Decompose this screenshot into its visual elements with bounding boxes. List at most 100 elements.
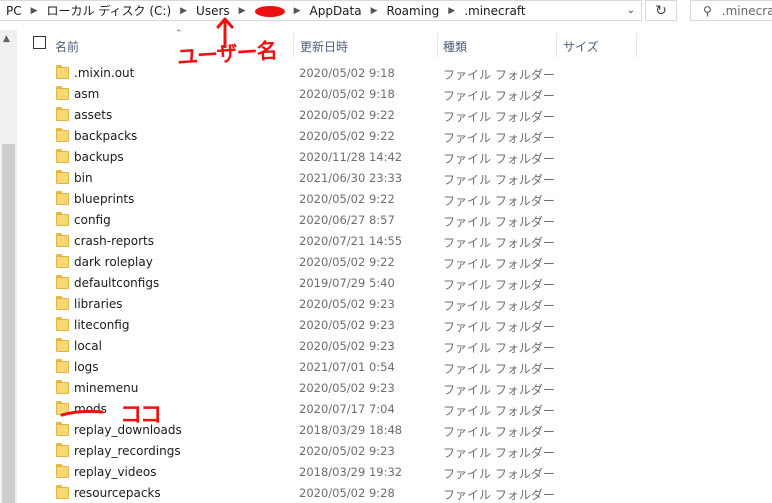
folder-icon [56,275,69,289]
search-input[interactable]: ⚲ .minecraft [690,0,772,21]
file-row[interactable]: asm 2020/05/02 9:18 ファイル フォルダー [0,83,772,104]
file-row[interactable]: liteconfig 2020/05/02 9:23 ファイル フォルダー [0,314,772,335]
file-row[interactable]: libraries 2020/05/02 9:23 ファイル フォルダー [0,293,772,314]
folder-icon [56,443,69,457]
file-row[interactable]: backups 2020/11/28 14:42 ファイル フォルダー [0,146,772,167]
folder-icon [56,233,69,247]
file-date: 2020/07/17 7:04 [299,402,395,416]
file-type: ファイル フォルダー [443,467,555,481]
folder-icon [56,317,69,331]
search-icon: ⚲ [703,3,712,18]
file-type: ファイル フォルダー [443,110,555,124]
file-type: ファイル フォルダー [443,341,555,355]
chevron-right-icon[interactable]: ▶ [239,6,246,16]
file-row[interactable]: local 2020/05/02 9:23 ファイル フォルダー [0,335,772,356]
column-header-size[interactable]: サイズ [563,38,599,55]
folder-icon [56,128,69,142]
file-row[interactable]: blueprints 2020/05/02 9:22 ファイル フォルダー [0,188,772,209]
scroll-up-arrow-icon[interactable]: ▲ [3,34,10,44]
file-name: backups [74,150,124,164]
chevron-right-icon[interactable]: ▶ [31,6,38,16]
file-date: 2020/07/21 14:55 [299,234,403,248]
file-date: 2020/05/02 9:22 [299,255,395,269]
chevron-right-icon[interactable]: ▶ [294,6,301,16]
file-type: ファイル フォルダー [443,68,555,82]
file-name: blueprints [74,192,135,206]
file-row[interactable]: assets 2020/05/02 9:22 ファイル フォルダー [0,104,772,125]
file-date: 2019/07/29 5:40 [299,276,395,290]
file-row[interactable]: backpacks 2020/05/02 9:22 ファイル フォルダー [0,125,772,146]
file-type: ファイル フォルダー [443,404,555,418]
file-date: 2020/05/02 9:18 [299,66,395,80]
folder-icon [56,464,69,478]
file-row[interactable]: config 2020/06/27 8:57 ファイル フォルダー [0,209,772,230]
file-name: defaultconfigs [74,276,160,290]
file-row[interactable]: dark roleplay 2020/05/02 9:22 ファイル フォルダー [0,251,772,272]
file-date: 2020/05/02 9:23 [299,444,395,458]
folder-icon [56,191,69,205]
file-date: 2020/05/02 9:18 [299,87,395,101]
folder-icon [56,338,69,352]
file-date: 2020/05/02 9:28 [299,486,395,500]
column-header-type[interactable]: 種類 [443,38,467,55]
here-annotation: ココ [120,403,162,428]
file-row[interactable]: crash-reports 2020/07/21 14:55 ファイル フォルダ… [0,230,772,251]
file-date: 2020/05/02 9:23 [299,297,395,311]
file-date: 2021/07/01 0:54 [299,360,395,374]
column-header-date[interactable]: 更新日時 [300,38,348,55]
refresh-icon: ↻ [655,2,667,19]
file-type: ファイル フォルダー [443,215,555,229]
file-type: ファイル フォルダー [443,446,555,460]
folder-icon [56,296,69,310]
file-name: .mixin.out [74,66,135,80]
sort-ascending-icon: ⌃ [175,29,183,39]
column-divider[interactable] [293,33,294,57]
file-name: assets [74,108,113,122]
chevron-right-icon[interactable]: ▶ [180,6,187,16]
file-date: 2020/05/02 9:23 [299,339,395,353]
file-type: ファイル フォルダー [443,257,555,271]
address-history-dropdown[interactable]: ⌄ [622,2,640,19]
file-row[interactable]: replay_recordings 2020/05/02 9:23 ファイル フ… [0,440,772,461]
breadcrumb-local-disk[interactable]: ローカル ディスク (C:) [47,2,172,19]
file-row[interactable]: resourcepacks 2020/05/02 9:28 ファイル フォルダー [0,482,772,503]
file-row[interactable]: replay_videos 2018/03/29 19:32 ファイル フォルダ… [0,461,772,482]
column-divider[interactable] [437,33,438,57]
address-bar: PC ▶ ローカル ディスク (C:) ▶ Users ▶ ▶ AppData … [0,0,772,21]
breadcrumb-roaming[interactable]: Roaming [387,4,440,18]
breadcrumb[interactable]: PC ▶ ローカル ディスク (C:) ▶ Users ▶ ▶ AppData … [0,0,642,21]
file-row[interactable]: minemenu 2020/05/02 9:23 ファイル フォルダー [0,377,772,398]
folder-icon [56,359,69,373]
file-type: ファイル フォルダー [443,236,555,250]
file-type: ファイル フォルダー [443,488,555,502]
file-type: ファイル フォルダー [443,320,555,334]
file-row[interactable]: bin 2021/06/30 23:33 ファイル フォルダー [0,167,772,188]
folder-icon [56,485,69,499]
file-date: 2020/05/02 9:22 [299,129,395,143]
file-name: liteconfig [74,318,130,332]
file-date: 2018/03/29 18:48 [299,423,403,437]
breadcrumb-pc[interactable]: PC [6,4,22,18]
column-divider[interactable] [556,33,557,57]
chevron-right-icon[interactable]: ▶ [371,6,378,16]
file-date: 2021/06/30 23:33 [299,171,403,185]
file-name: backpacks [74,129,138,143]
select-all-checkbox[interactable] [33,36,46,49]
column-header-name[interactable]: 名前 [55,38,79,55]
file-row[interactable]: mods 2020/07/17 7:04 ファイル フォルダー [0,398,772,419]
file-row[interactable]: defaultconfigs 2019/07/29 5:40 ファイル フォルダ… [0,272,772,293]
refresh-button[interactable]: ↻ [645,0,677,21]
breadcrumb-appdata[interactable]: AppData [310,4,362,18]
file-name: resourcepacks [74,486,161,500]
file-name: config [74,213,111,227]
column-divider[interactable] [636,33,637,57]
file-date: 2018/03/29 19:32 [299,465,403,479]
file-row[interactable]: logs 2021/07/01 0:54 ファイル フォルダー [0,356,772,377]
folder-icon [56,149,69,163]
breadcrumb-minecraft[interactable]: .minecraft [464,4,525,18]
chevron-right-icon[interactable]: ▶ [448,6,455,16]
file-row[interactable]: .mixin.out 2020/05/02 9:18 ファイル フォルダー [0,62,772,83]
file-row[interactable]: replay_downloads 2018/03/29 18:48 ファイル フ… [0,419,772,440]
column-headers: ⌃ 名前 更新日時 種類 サイズ [17,29,772,58]
file-date: 2020/05/02 9:23 [299,381,395,395]
